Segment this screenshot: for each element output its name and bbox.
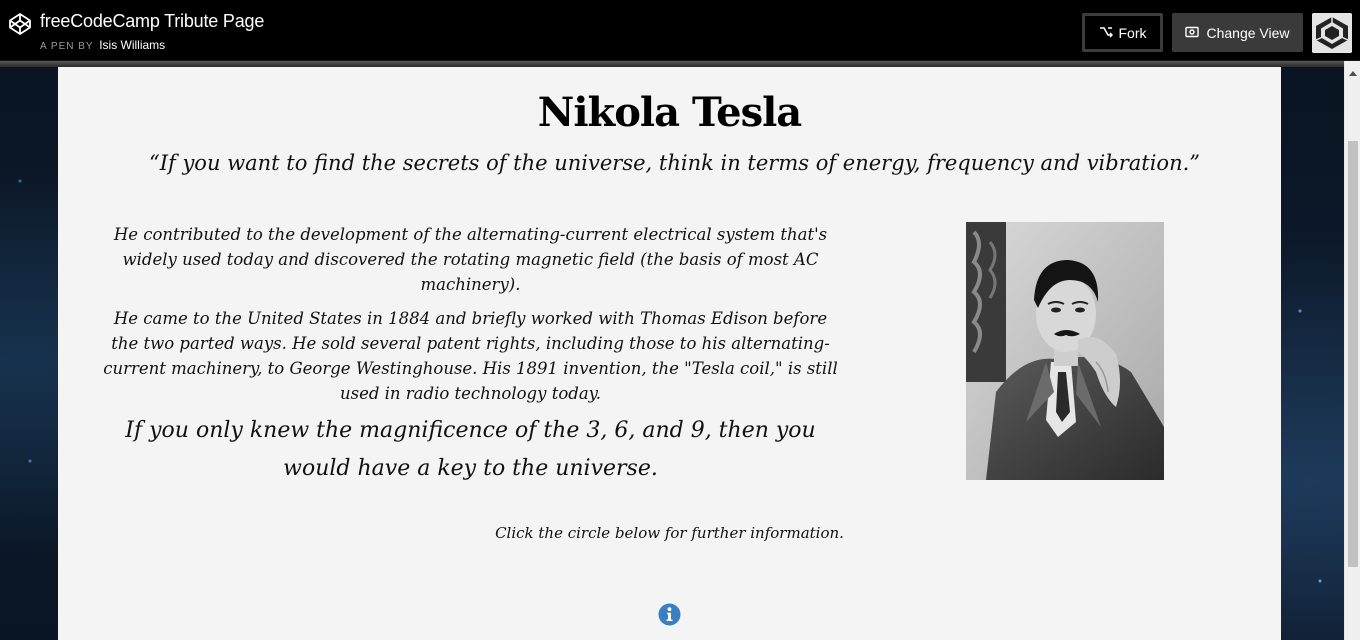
fork-button[interactable]: Fork	[1082, 13, 1163, 52]
scroll-up-arrow-icon[interactable]	[1345, 67, 1360, 79]
bio-paragraph: He contributed to the development of the…	[113, 225, 828, 294]
bio-paragraph: He came to the United States in 1884 and…	[103, 309, 838, 403]
byline-prefix: A PEN BY	[40, 41, 94, 52]
pen-byline: A PEN BY Isis Williams	[40, 38, 165, 52]
codepen-logo-icon[interactable]	[8, 12, 32, 36]
info-circle-icon[interactable]	[658, 603, 681, 626]
top-bar: freeCodeCamp Tribute Page A PEN BY Isis …	[0, 0, 1360, 61]
change-view-label: Change View	[1206, 24, 1290, 41]
bio-section: He contributed to the development of the…	[98, 222, 843, 488]
tribute-card: Nikola Tesla “If you want to find the se…	[58, 67, 1281, 640]
avatar[interactable]	[1312, 13, 1352, 53]
vertical-scrollbar[interactable]	[1344, 61, 1360, 640]
fork-label: Fork	[1118, 24, 1147, 41]
tesla-portrait-image	[966, 222, 1164, 480]
pen-title: freeCodeCamp Tribute Page	[40, 11, 265, 31]
page-title: Nikola Tesla	[537, 89, 802, 136]
tribute-quote: “If you want to find the secrets of the …	[148, 151, 1201, 175]
info-hint: Click the circle below for further infor…	[495, 524, 844, 542]
scrollbar-thumb[interactable]	[1348, 141, 1358, 567]
author-link[interactable]: Isis Williams	[99, 38, 165, 52]
key-quote: If you only knew the magnificence of the…	[125, 418, 816, 481]
change-view-button[interactable]: Change View	[1172, 13, 1303, 52]
eye-icon	[1185, 25, 1200, 41]
fork-icon	[1099, 25, 1113, 41]
